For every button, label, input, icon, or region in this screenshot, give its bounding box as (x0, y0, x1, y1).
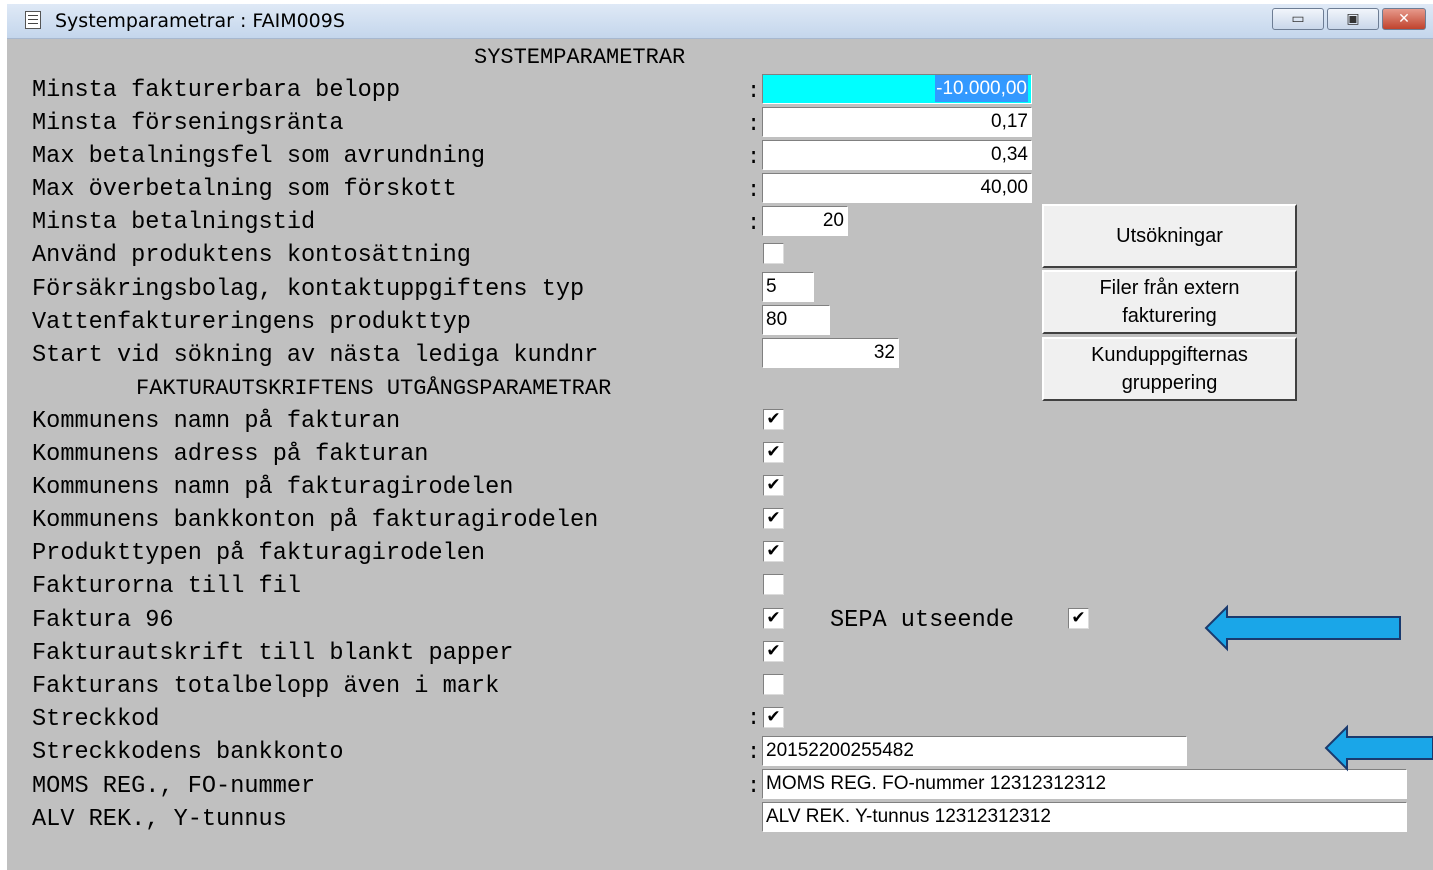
vat-reg-input[interactable]: MOMS REG. FO-nummer 12312312312 (762, 769, 1407, 799)
label-faktura96: Faktura 96 (32, 607, 174, 634)
label-water-product-type: Vattenfaktureringens produkttyp (32, 309, 471, 336)
label-use-product-accounts: Använd produktens kontosättning (32, 242, 471, 269)
label-product-type-giro: Produkttypen på fakturagirodelen (32, 540, 486, 567)
title-bar: Systemparametrar : FAIM009S ▭ ▣ ✕ (7, 4, 1433, 39)
label-vat-reg: MOMS REG., FO-nummer (32, 773, 316, 800)
arrow-shape (1324, 724, 1433, 772)
use-product-accounts-checkbox[interactable] (763, 243, 784, 264)
label-max-overpayment: Max överbetalning som förskott (32, 176, 457, 203)
label-municipality-address: Kommunens adress på fakturan (32, 441, 429, 468)
min-late-interest-input[interactable]: 0,17 (762, 107, 1032, 137)
section-title-system: SYSTEMPARAMETRAR (474, 45, 686, 70)
max-overpayment-input[interactable]: 40,00 (762, 173, 1032, 203)
window-title: Systemparametrar : FAIM009S (55, 10, 345, 32)
colon: : (747, 178, 761, 203)
label-sepa: SEPA utseende (830, 607, 1015, 634)
customer-grouping-button[interactable]: Kunduppgifternas gruppering (1042, 337, 1297, 401)
municipality-address-checkbox[interactable]: ✔ (763, 442, 784, 463)
min-billable-input[interactable]: -10.000,00 (762, 74, 1032, 104)
total-in-mark-checkbox[interactable] (763, 674, 784, 695)
water-product-type-input[interactable]: 80 (762, 305, 830, 335)
label-municipality-name: Kommunens namn på fakturan (32, 408, 401, 435)
blank-paper-checkbox[interactable]: ✔ (763, 641, 784, 662)
colon: : (747, 774, 761, 799)
app-document-icon (25, 11, 41, 29)
colon: : (747, 740, 761, 765)
label-min-payment-time: Minsta betalningstid (32, 209, 316, 236)
label-min-late-interest: Minsta förseningsränta (32, 110, 344, 137)
label-min-billable: Minsta fakturerbara belopp (32, 77, 401, 104)
label-municipality-name-giro: Kommunens namn på fakturagirodelen (32, 474, 514, 501)
annotation-arrow-left-icon (1324, 724, 1433, 772)
colon: : (747, 112, 761, 137)
colon: : (747, 79, 761, 104)
label-alv-rek: ALV REK., Y-tunnus (32, 806, 287, 833)
label-max-payment-error: Max betalningsfel som avrundning (32, 143, 486, 170)
colon: : (747, 145, 761, 170)
product-type-giro-checkbox[interactable]: ✔ (763, 541, 784, 562)
min-payment-time-input[interactable]: 20 (762, 206, 848, 236)
collections-button[interactable]: Utsökningar (1042, 204, 1297, 268)
colon: : (747, 706, 761, 731)
sepa-checkbox[interactable]: ✔ (1068, 608, 1089, 629)
close-button[interactable]: ✕ (1382, 8, 1426, 30)
label-barcode: Streckkod (32, 706, 160, 733)
maximize-button[interactable]: ▣ (1327, 8, 1379, 30)
label-blank-paper: Fakturautskrift till blankt papper (32, 640, 514, 667)
annotation-arrow-left-icon (1204, 604, 1401, 652)
barcode-checkbox[interactable]: ✔ (763, 707, 784, 728)
next-customer-start-input[interactable]: 32 (762, 338, 899, 368)
municipality-bank-giro-checkbox[interactable]: ✔ (763, 508, 784, 529)
alv-rek-input[interactable]: ALV REK. Y-tunnus 12312312312 (762, 802, 1407, 832)
insurance-contact-type-input[interactable]: 5 (762, 272, 814, 302)
label-barcode-bank-account: Streckkodens bankkonto (32, 739, 344, 766)
minimize-button[interactable]: ▭ (1272, 8, 1324, 30)
label-next-customer-start: Start vid sökning av nästa lediga kundnr (32, 342, 599, 369)
max-payment-error-input[interactable]: 0,34 (762, 140, 1032, 170)
label-municipality-bank-giro: Kommunens bankkonton på fakturagirodelen (32, 507, 599, 534)
invoices-to-file-checkbox[interactable] (763, 574, 784, 595)
colon: : (747, 211, 761, 236)
section-title-invoice-print: FAKTURAUTSKRIFTENS UTGÅNGSPARAMETRAR (136, 376, 612, 401)
municipality-name-giro-checkbox[interactable]: ✔ (763, 475, 784, 496)
faktura96-checkbox[interactable]: ✔ (763, 608, 784, 629)
arrow-shape (1204, 604, 1401, 652)
external-files-button[interactable]: Filer från extern fakturering (1042, 270, 1297, 334)
municipality-name-checkbox[interactable]: ✔ (763, 409, 784, 430)
label-total-in-mark: Fakturans totalbelopp även i mark (32, 673, 500, 700)
label-insurance-contact-type: Försäkringsbolag, kontaktuppgiftens typ (32, 276, 585, 303)
barcode-bank-account-input[interactable]: 20152200255482 (762, 736, 1187, 766)
label-invoices-to-file: Fakturorna till fil (32, 573, 302, 600)
